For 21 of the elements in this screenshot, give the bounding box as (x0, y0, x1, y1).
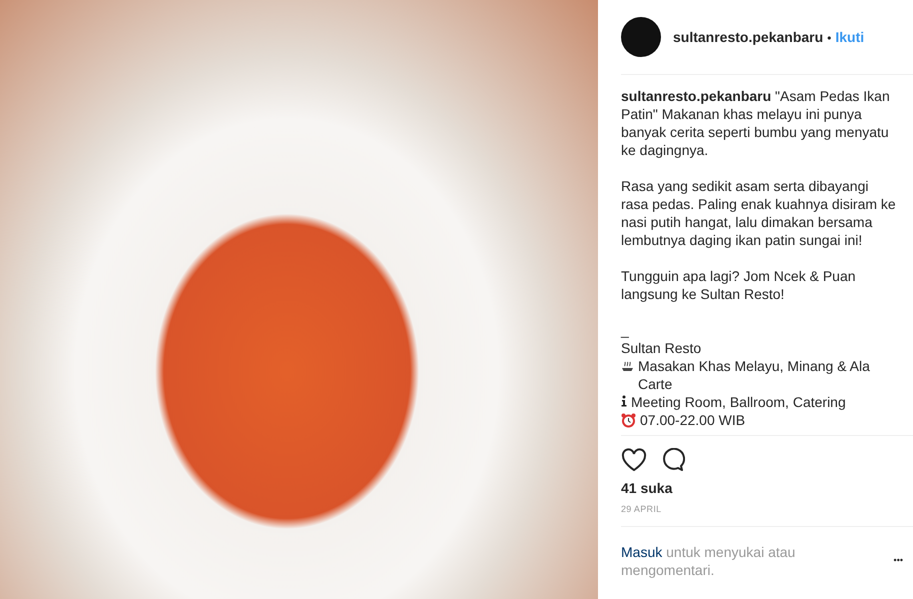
comment-icon[interactable] (661, 448, 685, 472)
caption-paragraph: Rasa yang sedikit asam serta dibayangi rasa pedas. Paling enak kuahnya disiram ke nasi putih hangat, lalu dimakan bersama lembutnya daging ikan patin sungai ini! (621, 177, 897, 249)
caption-line: Masakan Khas Melayu, Minang & Ala Carte (638, 357, 871, 393)
login-prompt: Masuk untuk menyukai atau mengomentari. (621, 543, 796, 579)
caption-line: Meeting Room, Ballroom, Catering (631, 393, 846, 411)
avatar[interactable] (621, 17, 661, 57)
login-link[interactable]: Masuk (621, 544, 662, 560)
likes-count: 41 suka (621, 479, 674, 498)
username[interactable]: sultanresto.pekanbaru (673, 29, 824, 45)
post-date: 29 APRIL (621, 503, 662, 516)
steaming-bowl-icon (621, 359, 634, 372)
caption-line: Sultan Resto (621, 339, 702, 357)
alarm-clock-icon (621, 413, 636, 428)
more-options-button[interactable]: ••• (894, 555, 903, 565)
info-icon (621, 395, 627, 407)
caption-line: 07.00-22.00 WIB (640, 411, 746, 429)
caption-paragraph: Tungguin apa lagi? Jom Ncek & Puan langsung ke Sultan Resto! (621, 267, 857, 303)
separator-dot: • (827, 31, 832, 45)
caption-line: _ (621, 321, 629, 339)
caption-paragraph: sultanresto.pekanbaru "Asam Pedas Ikan Patin" Makanan khas melayu ini punya banyak cerita seperti bumbu yang menyatu ke dagingnya. (621, 87, 891, 159)
heart-icon[interactable] (621, 448, 647, 472)
